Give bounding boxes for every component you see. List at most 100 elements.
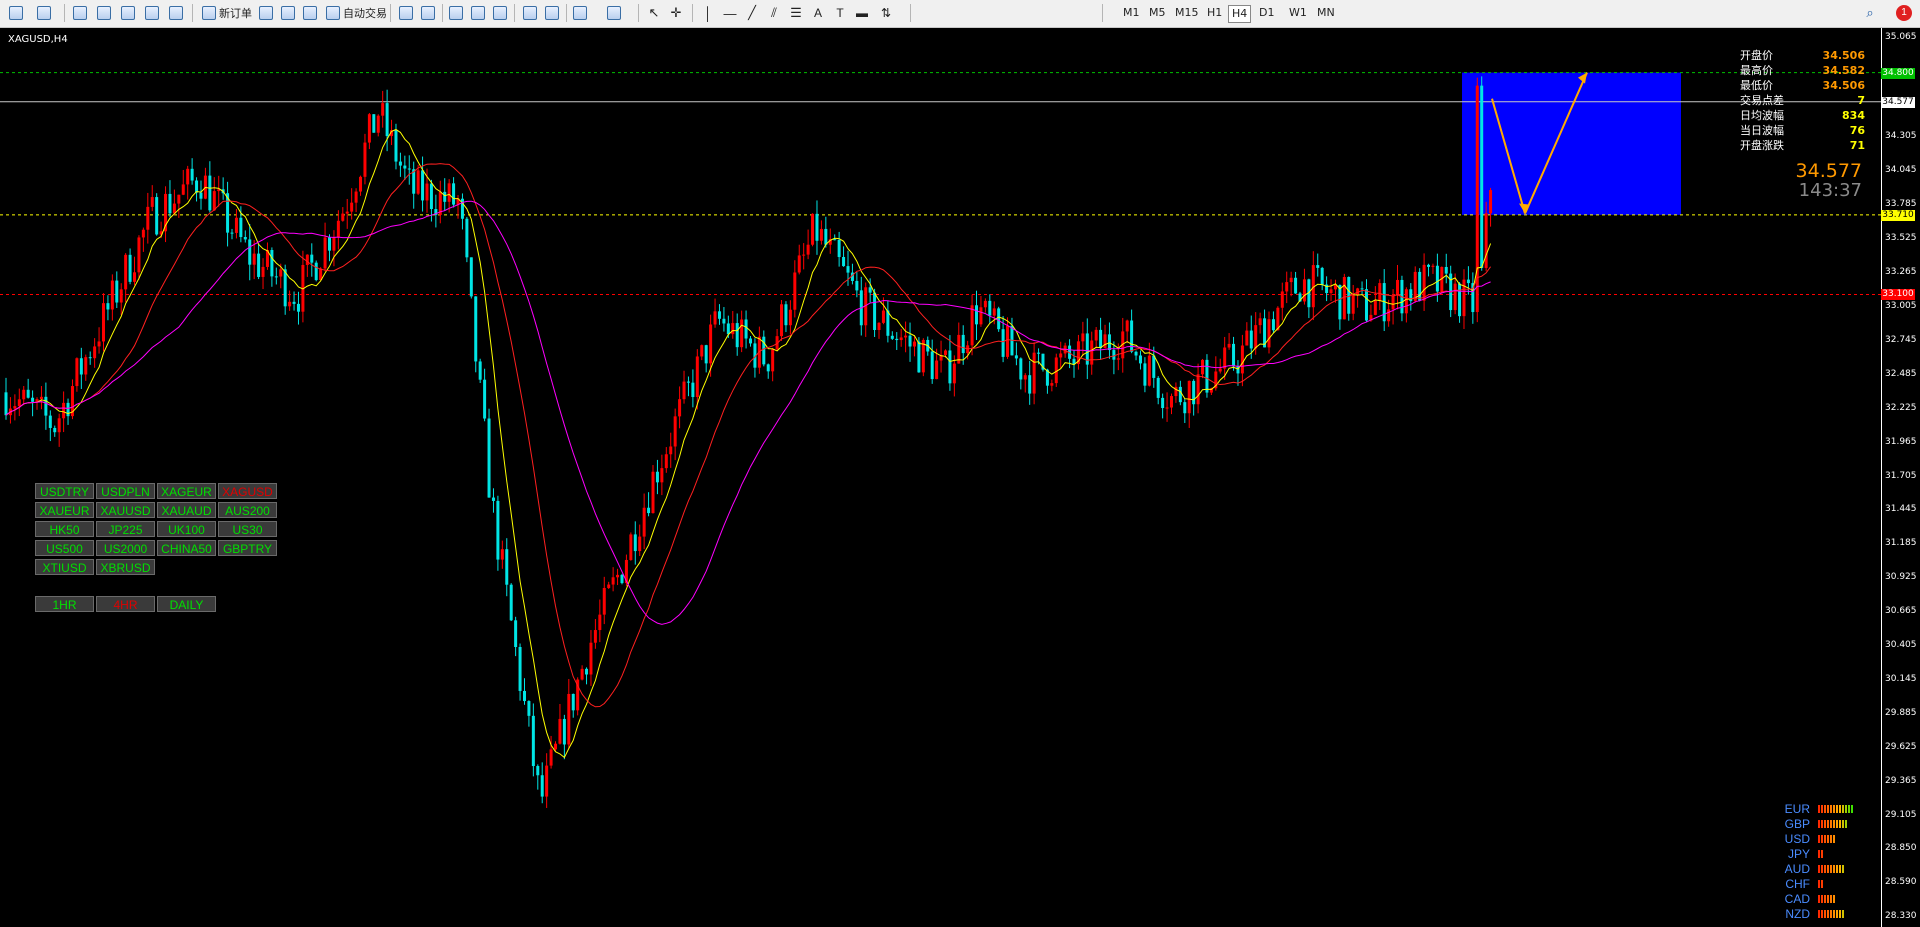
zoom-out-button[interactable] — [468, 3, 488, 23]
candle-body — [979, 307, 983, 325]
symbol-button-usdpln[interactable]: USDPLN — [96, 483, 155, 499]
channel-button[interactable]: ⫽ — [764, 3, 784, 23]
symbol-button-xageur[interactable]: XAGEUR — [157, 483, 216, 499]
timeframe-switch-1hr[interactable]: 1HR — [35, 596, 94, 612]
candle-body — [691, 382, 695, 398]
text-label-icon: T — [836, 6, 844, 20]
timeframe-mn-button[interactable]: MN — [1314, 5, 1338, 21]
profiles-button[interactable] — [34, 3, 54, 23]
autoscroll-button[interactable] — [520, 3, 540, 23]
price-chart[interactable] — [0, 28, 1920, 927]
candle-body — [283, 269, 287, 307]
info-label: 开盘价 — [1740, 49, 1773, 62]
symbol-button-us500[interactable]: US500 — [35, 540, 94, 556]
line-chart-button[interactable] — [418, 3, 438, 23]
notification-badge[interactable]: 1 — [1896, 5, 1912, 21]
community-button[interactable] — [300, 3, 320, 23]
symbol-button-aus200[interactable]: AUS200 — [218, 502, 277, 518]
candle-body — [1480, 85, 1484, 268]
metaeditor-button[interactable] — [256, 3, 276, 23]
chart-area[interactable]: XAGUSD,H4 开盘价 34.506 最高价 34.582 最低价 34.506 交易点… — [0, 28, 1920, 927]
fibonacci-button[interactable]: ☰ — [786, 3, 806, 23]
symbol-button-gbptry[interactable]: GBPTRY — [218, 540, 277, 556]
timeframe-d1-button[interactable]: D1 — [1256, 5, 1277, 21]
timeframe-switch-daily[interactable]: DAILY — [157, 596, 216, 612]
timeframe-h1-button[interactable]: H1 — [1204, 5, 1225, 21]
navigator-button[interactable] — [118, 3, 138, 23]
timeframe-switch-4hr[interactable]: 4HR — [96, 596, 155, 612]
symbol-button-china50[interactable]: CHINA50 — [157, 540, 216, 556]
data-window-button[interactable] — [94, 3, 114, 23]
signals-button[interactable] — [278, 3, 298, 23]
horizontal-line-button[interactable]: — — [720, 3, 740, 23]
periods-button[interactable] — [604, 3, 624, 23]
indicators-button[interactable] — [570, 3, 590, 23]
search-icon: ⌕ — [1866, 5, 1874, 20]
strength-bar — [1827, 909, 1829, 918]
tile-windows-button[interactable] — [490, 3, 510, 23]
arrows-icon: ⇅ — [880, 6, 892, 20]
zoom-in-button[interactable] — [446, 3, 466, 23]
cursor-button[interactable]: ↖ — [644, 3, 664, 23]
bar-chart-button[interactable] — [396, 3, 416, 23]
candle-body — [877, 322, 881, 330]
symbol-button-xagusd[interactable]: XAGUSD — [218, 483, 277, 499]
symbol-button-xauusd[interactable]: XAUUSD — [96, 502, 155, 518]
star-icon — [121, 6, 135, 20]
strength-bar — [1830, 864, 1832, 873]
auto-trading-button[interactable]: 自动交易 — [322, 3, 391, 23]
candle-body — [678, 399, 682, 417]
arrows-button[interactable]: ⇅ — [876, 3, 896, 23]
new-order-button[interactable]: 新订单 — [198, 3, 256, 23]
candle-body — [75, 358, 79, 387]
candle-body — [647, 507, 651, 514]
candle-body — [1387, 309, 1391, 322]
candle-body — [1302, 279, 1306, 302]
rectangle-button[interactable]: ▬ — [852, 3, 872, 23]
candle-body — [1201, 359, 1205, 375]
candle-body — [1147, 355, 1151, 386]
candle-body — [598, 614, 602, 631]
timeframe-h4-button[interactable]: H4 — [1228, 5, 1252, 23]
strength-bar — [1830, 819, 1832, 828]
vertical-line-button[interactable]: │ — [698, 3, 718, 23]
trendline-button[interactable]: ╱ — [742, 3, 762, 23]
symbol-button-us2000[interactable]: US2000 — [96, 540, 155, 556]
symbol-button-uk100[interactable]: UK100 — [157, 521, 216, 537]
candle-body — [119, 289, 123, 303]
symbol-button-xaueur[interactable]: XAUEUR — [35, 502, 94, 518]
timeframe-w1-button[interactable]: W1 — [1286, 5, 1310, 21]
candle-body — [616, 574, 620, 578]
search-button[interactable]: ⌕ — [1860, 3, 1880, 23]
candle-body — [1156, 377, 1160, 398]
timeframe-m15-button[interactable]: M15 — [1172, 5, 1202, 21]
candle-body — [398, 161, 402, 166]
symbol-button-hk50[interactable]: HK50 — [35, 521, 94, 537]
candle-body — [908, 335, 912, 347]
market-watch-button[interactable] — [70, 3, 90, 23]
info-value: 7 — [1857, 94, 1865, 107]
candle-body — [895, 338, 899, 341]
new-chart-button[interactable] — [6, 3, 26, 23]
candle-body — [1391, 295, 1395, 310]
timeframe-m1-button[interactable]: M1 — [1120, 5, 1143, 21]
timeframe-m5-button[interactable]: M5 — [1146, 5, 1169, 21]
symbol-button-usdtry[interactable]: USDTRY — [35, 483, 94, 499]
candle-body — [509, 584, 513, 621]
candle-body — [580, 668, 584, 680]
strength-bar — [1830, 894, 1832, 903]
chart-shift-button[interactable] — [542, 3, 562, 23]
symbol-button-jp225[interactable]: JP225 — [96, 521, 155, 537]
symbol-button-xbrusd[interactable]: XBRUSD — [96, 559, 155, 575]
text-button[interactable]: A — [808, 3, 828, 23]
symbol-button-xauaud[interactable]: XAUAUD — [157, 502, 216, 518]
crosshair-button[interactable]: ✛ — [666, 3, 686, 23]
text-label-button[interactable]: T — [830, 3, 850, 23]
market-watch-icon — [73, 6, 87, 20]
symbol-button-us30[interactable]: US30 — [218, 521, 277, 537]
candle-body — [288, 301, 292, 307]
candle-body — [177, 194, 181, 204]
tester-button[interactable] — [166, 3, 186, 23]
terminal-button[interactable] — [142, 3, 162, 23]
symbol-button-xtiusd[interactable]: XTIUSD — [35, 559, 94, 575]
